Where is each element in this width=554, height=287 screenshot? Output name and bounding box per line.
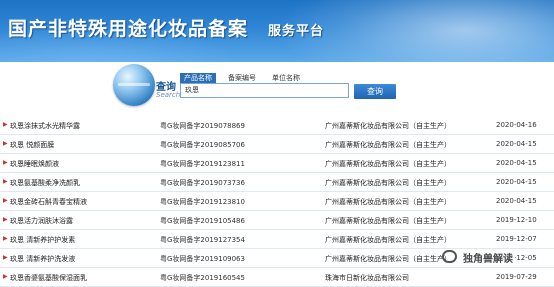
registration-number: 粤G妆网备字2019123811 [160,160,245,168]
table-row[interactable]: ▶ 玖恩 悦颜面膜 粤G妆网备字2019085706 广州嘉蒂斯化妆品有限公司（自主生… [0,135,554,154]
company-name: 广州嘉蒂斯化妆品有限公司（自主生产） [325,255,451,263]
site-title: 国产非特殊用途化妆品备案 [8,18,249,40]
product-name-link[interactable]: 玖恩 悦颜面膜 [10,140,54,150]
row-arrow-icon: ▶ [3,197,8,204]
record-date: 2019-12-10 [496,216,537,224]
registration-number: 粤G妆网备字2019123810 [160,198,245,206]
record-date: 2020-04-15 [496,140,537,148]
product-name-link[interactable]: 玖恩活力润肤沐浴露 [10,216,73,226]
search-input[interactable]: 玖恩 [180,83,349,98]
product-name-link[interactable]: 玖恩涂抹式水光精华露 [10,121,80,131]
registration-number: 粤G妆网备字2019127354 [160,236,245,244]
company-name: 广州嘉蒂斯化妆品有限公司（自主生产） [325,179,451,187]
row-arrow-icon: ▶ [3,140,8,147]
tab-product-name[interactable]: 产品名称 [180,73,216,83]
row-arrow-icon: ▶ [3,216,8,223]
company-name: 广州嘉蒂斯化妆品有限公司（自主生产） [325,198,451,206]
search-heading-en: Search [156,91,181,99]
table-row[interactable]: ▶ 玖恩活力润肤沐浴露 粤G妆网备字2019105486 广州嘉蒂斯化妆品有限公司（自… [0,211,554,230]
company-name: 广州嘉蒂斯化妆品有限公司（自主生产） [325,122,451,130]
record-date: 2020-04-15 [496,159,537,167]
table-row[interactable]: ▶ 玖恩金砖石斛青春宝精液 粤G妆网备字2019123810 广州嘉蒂斯化妆品有限公司… [0,192,554,211]
globe-highlight [118,83,150,86]
row-arrow-icon: ▶ [3,178,8,185]
row-arrow-icon: ▶ [3,159,8,166]
product-name-link[interactable]: 玖恩 清新养护护发素 [10,235,75,245]
registration-number: 粤G妆网备字2019160545 [160,274,245,282]
search-button[interactable]: 查询 [354,84,396,99]
table-row[interactable]: ▶ 玖恩氨基酸柔净洗颜乳 粤G妆网备字2019073736 广州嘉蒂斯化妆品有限公司（… [0,173,554,192]
company-name: 广州嘉蒂斯化妆品有限公司（自主生产） [325,141,451,149]
row-arrow-icon: ▶ [3,273,8,280]
watermark-text: 独角兽解读 [461,250,515,265]
registration-number: 粤G妆网备字2019073736 [160,179,245,187]
table-row[interactable]: ▶ 玖恩 清新养护护发素 粤G妆网备字2019127354 广州嘉蒂斯化妆品有限公司（… [0,230,554,249]
site-subtitle: 服务平台 [268,24,325,39]
record-date: 2020-04-16 [496,121,537,129]
row-arrow-icon: ▶ [3,254,8,261]
company-name: 珠海市日新化妆品有限公司 [325,274,409,282]
record-date: 2020-04-15 [496,178,537,186]
product-name-link[interactable]: 玖恩睡眠焕颜液 [10,159,59,169]
record-date: 2019-07-29 [496,273,537,281]
row-arrow-icon: ▶ [3,121,8,128]
table-row[interactable]: ▶ 玖恩香婆氨基酸保湿面乳 粤G妆网备字2019160545 珠海市日新化妆品有限公司… [0,268,554,287]
chat-bubble-icon [442,250,457,263]
table-row[interactable]: ▶ 玖恩涂抹式水光精华露 粤G妆网备字2019078869 广州嘉蒂斯化妆品有限公司（… [0,116,554,135]
table-row[interactable]: ▶ 玖恩睡眠焕颜液 粤G妆网备字2019123811 广州嘉蒂斯化妆品有限公司（自主生… [0,154,554,173]
watermark: 独角兽解读 [442,248,552,268]
product-name-link[interactable]: 玖恩金砖石斛青春宝精液 [10,197,87,207]
tab-registration-number[interactable]: 备案编号 [224,73,260,83]
product-name-link[interactable]: 玖恩香婆氨基酸保湿面乳 [10,273,87,283]
product-name-link[interactable]: 玖恩氨基酸柔净洗颜乳 [10,178,80,188]
company-name: 广州嘉蒂斯化妆品有限公司（自主生产） [325,160,451,168]
record-date: 2020-04-15 [496,197,537,205]
header-banner: 国产非特殊用途化妆品备案 服务平台 [0,0,554,62]
product-name-link[interactable]: 玖恩 清新养护洗发液 [10,254,75,264]
registration-number: 粤G妆网备字2019109063 [160,255,245,263]
registration-number: 粤G妆网备字2019105486 [160,217,245,225]
row-arrow-icon: ▶ [3,235,8,242]
registration-number: 粤G妆网备字2019078869 [160,122,245,130]
company-name: 广州嘉蒂斯化妆品有限公司（自主生产） [325,236,451,244]
company-name: 广州嘉蒂斯化妆品有限公司（自主生产） [325,217,451,225]
record-date: 2019-12-07 [496,235,537,243]
tab-company-name[interactable]: 单位名称 [268,73,304,83]
registration-number: 粤G妆网备字2019085706 [160,141,245,149]
